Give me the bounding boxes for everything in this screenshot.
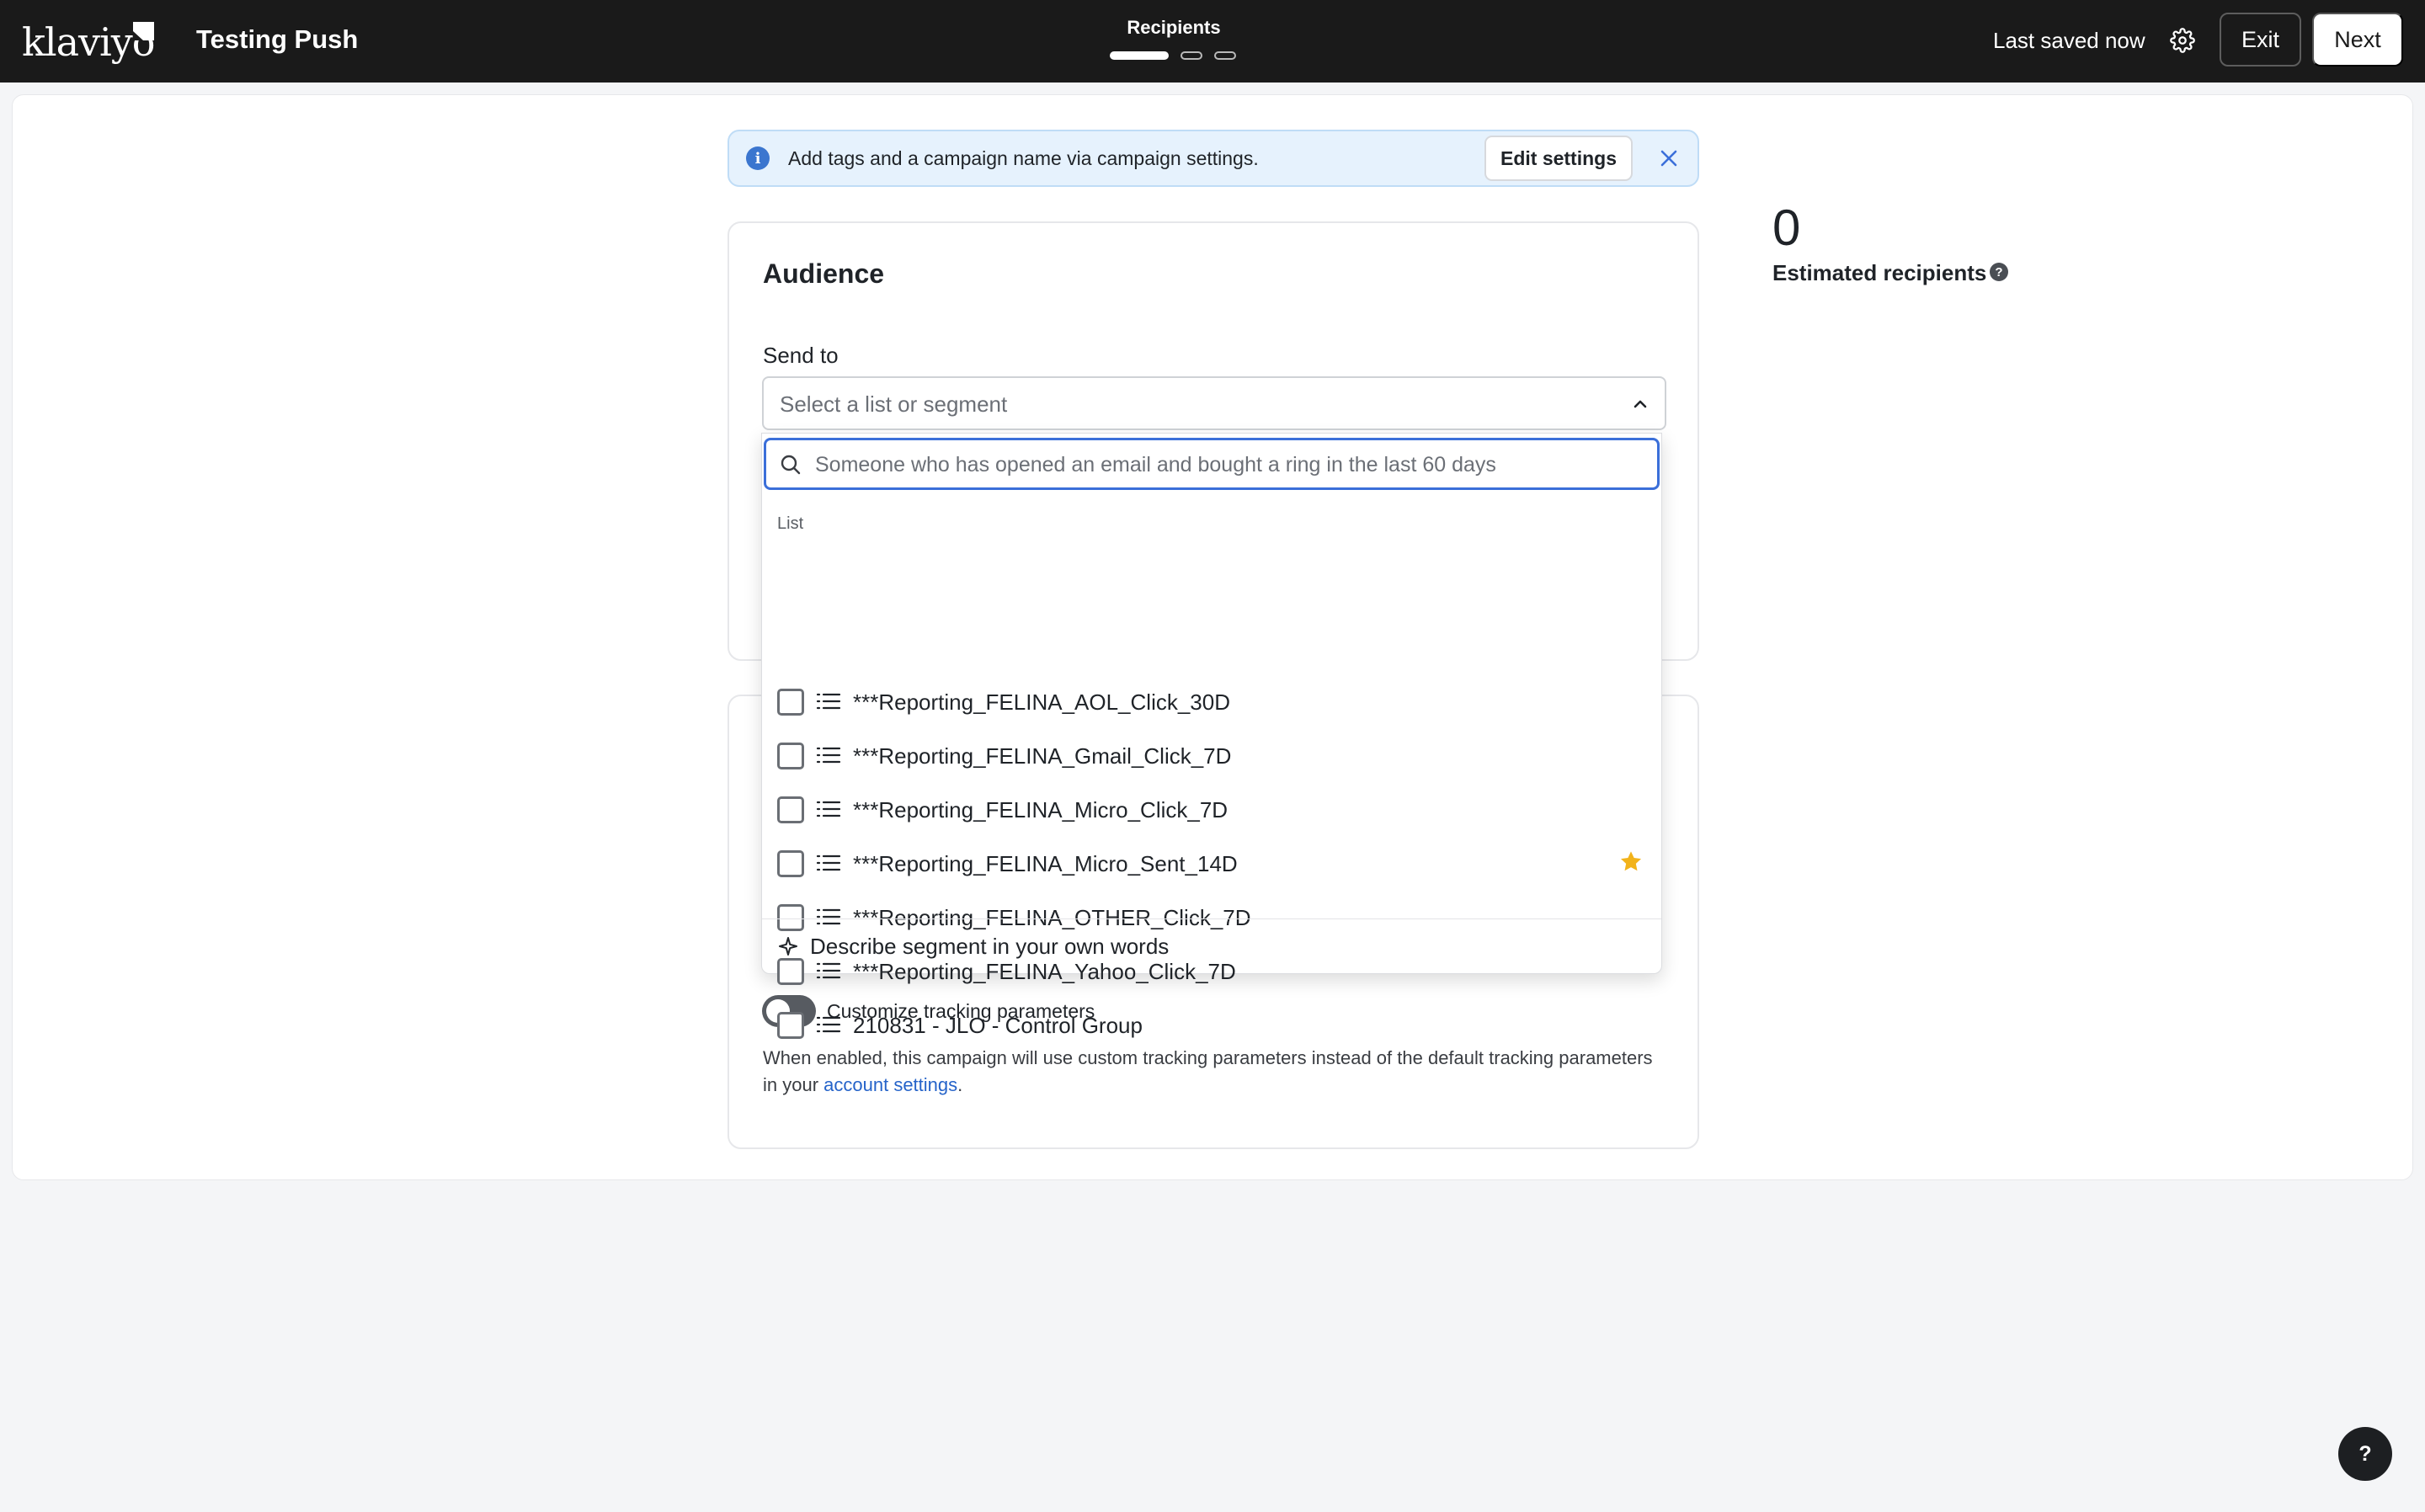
list-icon <box>816 801 841 817</box>
option-checkbox[interactable] <box>777 1012 804 1039</box>
search-icon <box>781 455 801 475</box>
send-to-label: Send to <box>763 343 839 368</box>
tracking-help-text: When enabled, this campaign will use cus… <box>763 1045 1655 1099</box>
list-option[interactable]: ***Reporting_FELINA_Micro_Click_7D <box>762 782 1661 836</box>
estimated-recipients-label: Estimated recipients <box>1772 260 1987 285</box>
list-icon <box>816 854 841 871</box>
top-bar: klaviyo Testing Push Recipients Last sav… <box>0 0 2425 83</box>
edit-settings-button[interactable]: Edit settings <box>1484 136 1633 181</box>
step-title: Recipients <box>1127 17 1221 38</box>
question-icon[interactable]: ? <box>1990 263 2008 281</box>
tracking-help-suffix: . <box>957 1074 963 1095</box>
audience-title: Audience <box>763 258 885 289</box>
help-button[interactable]: ? <box>2338 1427 2392 1481</box>
next-button[interactable]: Next <box>2312 13 2403 67</box>
option-label: ***Reporting_FELINA_Gmail_Click_7D <box>853 743 1232 769</box>
exit-button[interactable]: Exit <box>2220 13 2301 67</box>
list-icon <box>816 1016 841 1033</box>
close-icon[interactable] <box>1655 145 1682 172</box>
estimated-recipients-count: 0 <box>1772 200 1801 256</box>
campaign-name[interactable]: Testing Push <box>196 23 358 56</box>
option-label: ***Reporting_FELINA_Micro_Click_7D <box>853 797 1228 823</box>
list-option[interactable]: ***Reporting_FELINA_Micro_Sent_14D <box>762 836 1661 890</box>
list-icon <box>816 693 841 710</box>
list-option[interactable]: ***Reporting_FELINA_AOL_Click_30D <box>762 674 1661 728</box>
step-indicator-3 <box>1214 51 1236 60</box>
gear-icon[interactable] <box>2166 24 2199 57</box>
group-label-list: List <box>777 514 804 533</box>
chevron-up-icon <box>1634 400 1647 408</box>
option-checkbox[interactable] <box>777 743 804 769</box>
step-indicator-1 <box>1110 51 1169 60</box>
segment-dropdown: List ***Reporting_FELINA_AOL_Click_30D **… <box>761 433 1662 1039</box>
option-label: 210831 - JLO - Control Group <box>853 1013 1143 1038</box>
describe-segment-label: Describe segment in your own words <box>810 934 1170 959</box>
settings-banner: i Add tags and a campaign name via campa… <box>728 130 1699 187</box>
info-icon: i <box>746 146 770 170</box>
option-checkbox[interactable] <box>777 850 804 877</box>
logo-flag-icon <box>133 22 154 40</box>
list-segment-select[interactable]: Select a list or segment <box>762 376 1666 430</box>
save-status: Last saved now <box>1993 28 2145 53</box>
option-label: ***Reporting_FELINA_Micro_Sent_14D <box>853 851 1238 876</box>
list-icon <box>816 747 841 764</box>
banner-text: Add tags and a campaign name via campaig… <box>788 147 1259 169</box>
select-placeholder: Select a list or segment <box>780 391 1008 417</box>
describe-segment-option[interactable]: Describe segment in your own words <box>762 919 1661 973</box>
list-option[interactable]: 210831 - JLO - Control Group <box>762 998 1661 1051</box>
step-indicator-2 <box>1181 51 1202 60</box>
option-checkbox[interactable] <box>777 796 804 823</box>
star-icon[interactable] <box>1619 849 1643 873</box>
account-settings-link[interactable]: account settings <box>823 1074 957 1095</box>
list-option[interactable]: ***Reporting_FELINA_Gmail_Click_7D <box>762 728 1661 782</box>
sparkle-icon <box>779 937 797 956</box>
search-input[interactable] <box>815 449 1649 481</box>
option-checkbox[interactable] <box>777 689 804 716</box>
option-label: ***Reporting_FELINA_AOL_Click_30D <box>853 689 1231 715</box>
dropdown-search[interactable] <box>764 438 1660 490</box>
